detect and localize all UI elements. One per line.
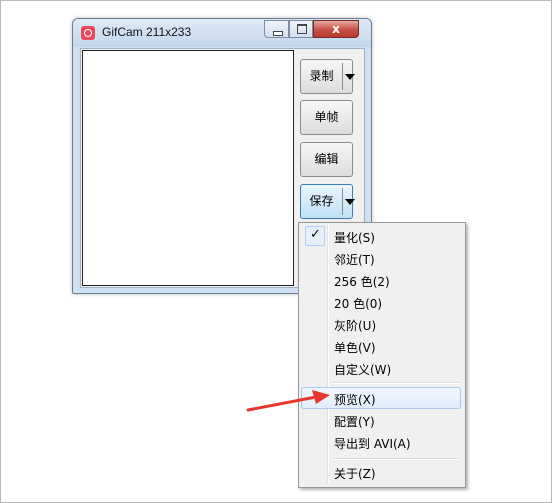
annotation-arrow-icon bbox=[246, 390, 330, 412]
